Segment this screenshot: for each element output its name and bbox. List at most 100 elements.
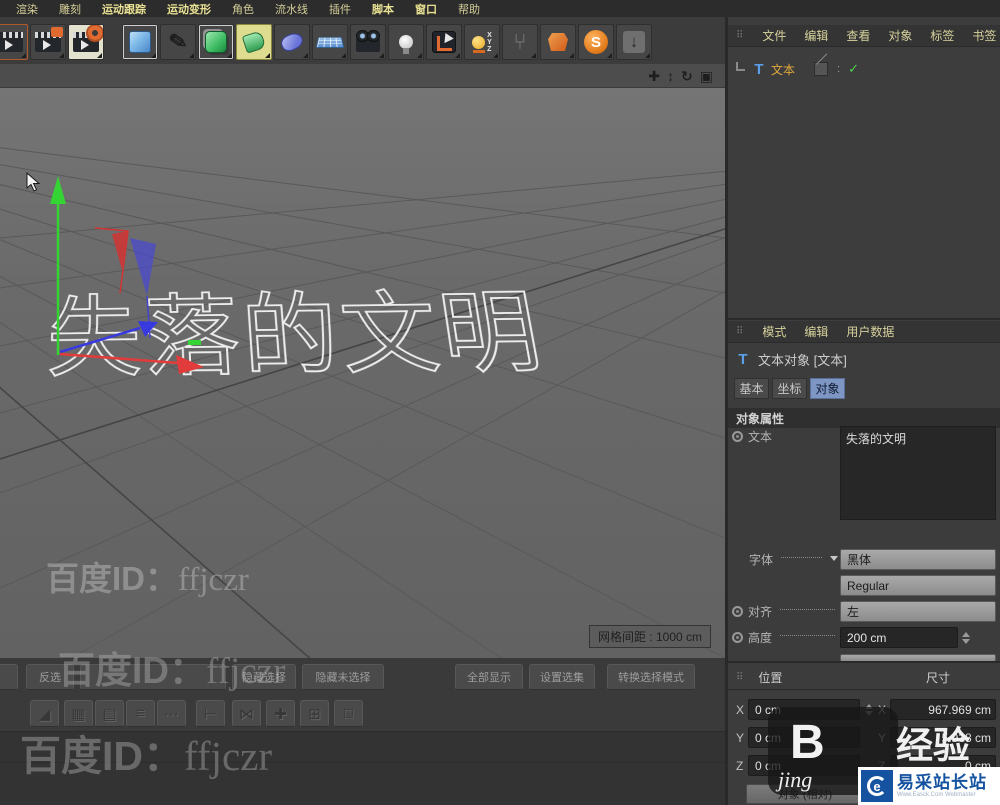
floor-environment-icon[interactable]: [312, 24, 348, 60]
cloth-icon[interactable]: [540, 24, 576, 60]
enable-check-icon[interactable]: ✓: [848, 61, 859, 77]
viewport-canvas[interactable]: 失落的文明 百度ID：ffjczr 网格间距 : 1000 cm: [0, 88, 725, 658]
cinema4d-window: 渲染 雕刻 运动跟踪 运动变形 角色 流水线 插件 脚本 窗口 帮助 ✎: [0, 0, 1000, 805]
chevron-down-icon[interactable]: [830, 556, 838, 561]
menu-render[interactable]: 渲染: [16, 1, 38, 17]
drag-handle-icon[interactable]: ⠿: [736, 326, 744, 337]
menu-character[interactable]: 角色: [232, 1, 254, 17]
menu-sculpt[interactable]: 雕刻: [59, 1, 81, 17]
command-button-partial[interactable]: [0, 664, 18, 690]
menu-window[interactable]: 窗口: [415, 1, 437, 17]
text-object-icon: T: [752, 61, 766, 78]
mesh-tool-10-icon[interactable]: □: [334, 700, 363, 727]
om-menu-file[interactable]: 文件: [762, 27, 786, 44]
mesh-tool-5-icon[interactable]: ⋯: [157, 700, 186, 727]
viewport-pan-icon[interactable]: ✚: [648, 69, 660, 83]
font-style-dropdown[interactable]: Regular: [840, 575, 996, 596]
camera-icon[interactable]: [350, 24, 386, 60]
font-name-dropdown[interactable]: 黑体: [840, 549, 996, 570]
tree-branch-icon: [736, 62, 745, 71]
position-x-input[interactable]: 0 cm: [748, 699, 860, 720]
position-x-spinner[interactable]: [862, 699, 875, 720]
coordinates-xyz-icon[interactable]: XYZ: [464, 24, 500, 60]
mesh-tool-1-icon[interactable]: ◢: [30, 700, 59, 727]
character-joint-icon[interactable]: ⑂: [502, 24, 538, 60]
menu-pipeline[interactable]: 流水线: [275, 1, 308, 17]
mesh-tool-4-icon[interactable]: ≡: [126, 700, 155, 727]
coordinate-mode-dropdown[interactable]: 对象 (相对): [746, 784, 864, 804]
object-tree-item-text[interactable]: T 文本 : ✓: [732, 58, 996, 80]
render-picture-viewer-icon[interactable]: [30, 24, 66, 60]
hide-selected-button[interactable]: 隐藏选择: [232, 664, 296, 690]
invert-selection-button[interactable]: 反选: [26, 664, 74, 690]
object-name-label[interactable]: 文本: [771, 61, 795, 78]
extrude-generator-icon[interactable]: [236, 24, 272, 60]
unhide-all-button[interactable]: 全部显示: [455, 664, 523, 690]
mesh-tool-3-icon[interactable]: ▤: [95, 700, 124, 727]
align-dropdown[interactable]: 左: [840, 601, 996, 622]
am-menu-edit[interactable]: 编辑: [804, 323, 828, 340]
viewport-zoom-icon[interactable]: ↕: [667, 69, 674, 83]
viewport-rotate-icon[interactable]: ↻: [681, 69, 693, 83]
menu-motion-tracker[interactable]: 运动跟踪: [102, 1, 146, 17]
mesh-tool-9-icon[interactable]: ⊞: [300, 700, 329, 727]
am-menu-userdata[interactable]: 用户数据: [846, 323, 894, 340]
position-z-input[interactable]: 0 cm: [748, 755, 860, 776]
light-icon[interactable]: [388, 24, 424, 60]
text-content-input[interactable]: 失落的文明: [840, 426, 996, 520]
set-selection-button[interactable]: 设置选集: [529, 664, 595, 690]
content-browser-icon[interactable]: ↓: [616, 24, 652, 60]
om-menu-object[interactable]: 对象: [888, 27, 912, 44]
size-y-input[interactable]: 5.938 cm: [890, 727, 996, 748]
keyframe-radio-icon[interactable]: [732, 606, 743, 617]
drag-handle-icon[interactable]: ⠿: [736, 30, 744, 41]
menu-motion-graph[interactable]: 运动变形: [167, 1, 211, 17]
text-field-label: 文本: [732, 426, 838, 446]
mesh-tool-8-icon[interactable]: ✚: [266, 700, 295, 727]
mesh-tool-7-icon[interactable]: ⋈: [232, 700, 261, 727]
viewport-layout-toggle-icon[interactable]: ▣: [700, 69, 713, 83]
height-spinner[interactable]: [959, 627, 972, 648]
render-settings-icon[interactable]: [68, 24, 104, 60]
mesh-tool-6-icon[interactable]: ⊢: [196, 700, 225, 727]
bend-deformer-icon[interactable]: [274, 24, 310, 60]
subdivision-surface-icon[interactable]: [198, 24, 234, 60]
om-menu-bookmarks[interactable]: 书签: [972, 27, 996, 44]
viewport[interactable]: ✚ ↕ ↻ ▣: [0, 64, 725, 658]
size-x-input[interactable]: 967.969 cm: [890, 699, 996, 720]
am-menu-mode[interactable]: 模式: [762, 323, 786, 340]
object-tree[interactable]: T 文本 : ✓: [728, 48, 1000, 317]
layer-tag-icon[interactable]: [814, 62, 828, 76]
tab-basic[interactable]: 基本: [734, 378, 769, 399]
grid-spacing-label: 网格间距 : 1000 cm: [589, 625, 711, 648]
workplane-icon[interactable]: [426, 24, 462, 60]
render-view-icon[interactable]: [0, 24, 28, 60]
command-button-obscured[interactable]: [80, 664, 226, 690]
hide-unselected-button[interactable]: 隐藏未选择: [302, 664, 384, 690]
keyframe-radio-icon[interactable]: [732, 431, 743, 442]
visibility-dots-icon[interactable]: :: [837, 63, 841, 75]
menu-plugins[interactable]: 插件: [329, 1, 351, 17]
om-menu-edit[interactable]: 编辑: [804, 27, 828, 44]
coordinate-row-y: Y 0 cm Y 5.938 cm: [728, 727, 1000, 749]
drag-handle-icon[interactable]: ⠿: [736, 672, 744, 683]
convert-selection-button[interactable]: 转换选择模式: [607, 664, 695, 690]
mesh-tool-2-icon[interactable]: ▦: [64, 700, 93, 727]
mouse-cursor: [26, 172, 42, 192]
attribute-manager: ⠿ 模式 编辑 用户数据 T 文本对象 [文本] 基本 坐标 对象 对象属性 文…: [728, 318, 1000, 661]
keyframe-radio-icon[interactable]: [732, 632, 743, 643]
easck-brand-label: 易采站长站: [897, 774, 987, 792]
menu-script[interactable]: 脚本: [372, 1, 394, 17]
cube-primitive-icon[interactable]: [122, 24, 158, 60]
om-menu-view[interactable]: 查看: [846, 27, 870, 44]
position-y-input[interactable]: 0 cm: [748, 727, 860, 748]
om-menu-tags[interactable]: 标签: [930, 27, 954, 44]
sketch-toon-icon[interactable]: S: [578, 24, 614, 60]
spline-pen-icon[interactable]: ✎: [160, 24, 196, 60]
3d-text-object[interactable]: 失落的文明: [46, 261, 553, 395]
attribute-title-label: 文本对象 [文本]: [758, 350, 847, 369]
height-input[interactable]: 200 cm: [840, 627, 958, 648]
tab-object[interactable]: 对象: [810, 378, 845, 399]
tab-coordinates[interactable]: 坐标: [772, 378, 807, 399]
menu-help[interactable]: 帮助: [458, 1, 480, 17]
